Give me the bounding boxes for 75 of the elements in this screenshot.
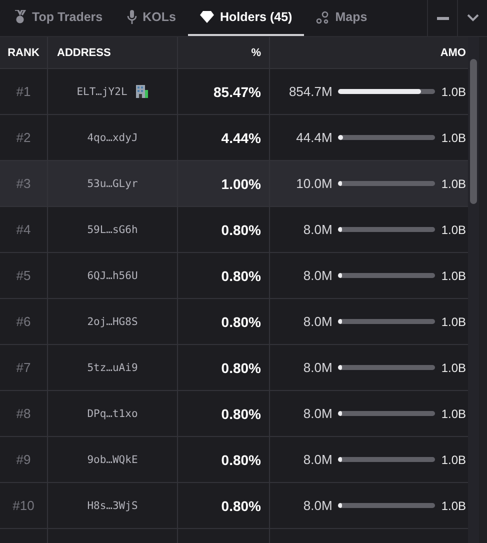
percent-text: 0.80% (221, 360, 261, 376)
chevron-down-icon (466, 14, 478, 22)
total-text: 1.0B (441, 84, 466, 98)
amount-text: 8.0M (303, 268, 332, 283)
tab[interactable]: Top Traders (2, 0, 115, 36)
building-icon (136, 85, 148, 98)
amount-text: 44.4M (296, 130, 332, 145)
total-text: 1.0B (441, 268, 466, 282)
table-row[interactable]: #10 H8s…3WjS 0.80% 8.0M 1.0B (0, 483, 468, 529)
tab[interactable]: Maps (304, 0, 380, 36)
address-link[interactable]: 53u…GLyr (87, 178, 138, 190)
percent-text: 4.44% (221, 130, 261, 146)
percent-text: 0.80% (221, 222, 261, 238)
percent-text: 0.80% (221, 268, 261, 284)
address-link[interactable]: H8s…3WjS (87, 500, 138, 512)
amount-text: 8.0M (303, 314, 332, 329)
percent-text: 0.80% (221, 498, 261, 514)
column-header: RANK (0, 37, 48, 68)
minimize-icon (436, 16, 448, 20)
amount-text: 8.0M (303, 498, 332, 513)
total-text: 1.0B (441, 498, 466, 512)
table-row[interactable]: #7 5tz…uAi9 0.80% 8.0M 1.0B (0, 345, 468, 391)
scrollbar[interactable] (468, 37, 479, 543)
amount-text: 854.7M (288, 84, 332, 99)
amount-text: 10.0M (296, 176, 332, 191)
rank-text: #10 (12, 498, 34, 513)
table-row[interactable]: #9 9ob…WQkE 0.80% 8.0M 1.0B (0, 437, 468, 483)
total-text: 1.0B (441, 176, 466, 190)
table-row[interactable]: #3 53u…GLyr 1.00% 10.0M 1.0B (0, 161, 468, 207)
amount-text: 8.0M (303, 222, 332, 237)
total-text: 1.0B (441, 130, 466, 144)
rank-text: #6 (16, 314, 31, 329)
address-link[interactable]: 5tz…uAi9 (87, 362, 138, 374)
address-link[interactable]: DPq…t1xo (87, 408, 138, 420)
address-link[interactable]: 59L…sG6h (87, 224, 138, 236)
rank-text: #7 (16, 360, 31, 375)
nodes-icon (316, 10, 330, 24)
scrollbar-thumb[interactable] (470, 59, 477, 204)
diamond-icon (200, 11, 214, 23)
table-row[interactable]: #6 2oj…HG8S 0.80% 8.0M 1.0B (0, 299, 468, 345)
address-link[interactable]: 2oj…HG8S (87, 316, 138, 328)
amount-text: 8.0M (303, 452, 332, 467)
rank-text: #3 (16, 176, 31, 191)
address-link[interactable]: 9ob…WQkE (87, 454, 138, 466)
rank-text: #8 (16, 406, 31, 421)
microphone-icon (126, 10, 137, 24)
address-link[interactable]: ELT…jY2L (76, 86, 128, 98)
percent-text: 0.80% (221, 406, 261, 422)
total-text: 1.0B (441, 406, 466, 420)
total-text: 1.0B (441, 452, 466, 466)
percent-text: 0.80% (221, 314, 261, 330)
table-row[interactable]: #4 59L…sG6h 0.80% 8.0M 1.0B (0, 207, 468, 253)
amount-text: 8.0M (303, 406, 332, 421)
tab[interactable]: KOLs (114, 0, 188, 36)
rank-text: #4 (16, 222, 31, 237)
percent-text: 1.00% (221, 176, 261, 192)
percent-text: 85.47% (214, 84, 261, 100)
table-row[interactable]: #5 6QJ…h56U 0.80% 8.0M 1.0B (0, 253, 468, 299)
total-text: 1.0B (441, 314, 466, 328)
column-header: AMO (439, 46, 467, 60)
medal-icon (14, 10, 26, 24)
total-text: 1.0B (441, 360, 466, 374)
amount-text: 8.0M (303, 360, 332, 375)
percent-text: 0.80% (221, 452, 261, 468)
rank-text: #9 (16, 452, 31, 467)
table-row[interactable]: #8 DPq…t1xo 0.80% 8.0M 1.0B (0, 391, 468, 437)
table-row[interactable]: #1 ELT…jY2L 85.47% 854.7M 1.0B (0, 69, 468, 115)
rank-text: #5 (16, 268, 31, 283)
column-header: ADDRESS (48, 37, 178, 68)
rank-text: #2 (16, 130, 31, 145)
total-text: 1.0B (441, 222, 466, 236)
address-link[interactable]: 4qo…xdyJ (87, 132, 138, 144)
rank-text: #1 (16, 84, 31, 99)
column-header: % (178, 37, 270, 68)
address-link[interactable]: 6QJ…h56U (87, 270, 138, 282)
